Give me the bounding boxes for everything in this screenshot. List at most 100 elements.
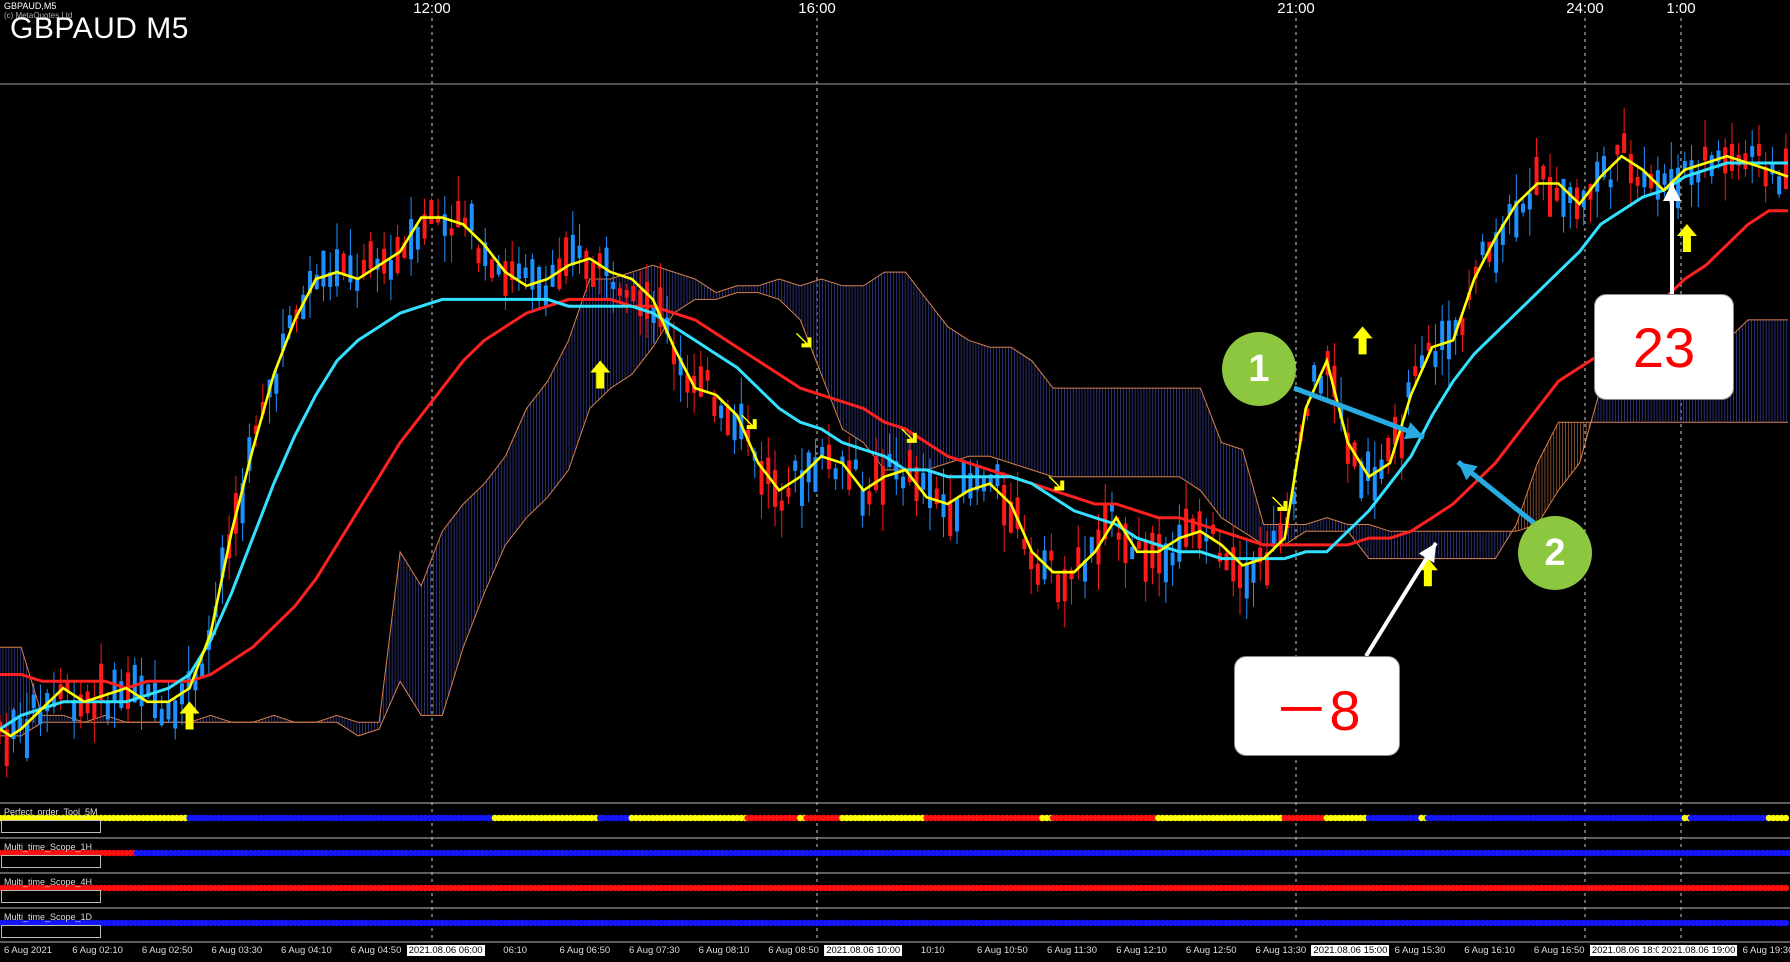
time-axis-label: 6 Aug 02:10 bbox=[72, 945, 123, 956]
ma-mid-line bbox=[0, 161, 1788, 731]
indicator-label-scope-1h: Multi_time_Scope_1H bbox=[4, 842, 93, 852]
ma-slow-line bbox=[0, 209, 1788, 690]
candle-body bbox=[159, 708, 164, 726]
candle-body bbox=[166, 702, 171, 720]
candle-body bbox=[826, 444, 831, 470]
candle-body bbox=[1635, 176, 1640, 186]
indicator-panel-handle[interactable] bbox=[1, 890, 101, 903]
candle-body bbox=[901, 476, 906, 489]
step-badge-2: 2 bbox=[1518, 516, 1592, 590]
candle-body bbox=[503, 261, 508, 296]
candle-body bbox=[429, 200, 434, 224]
candle-body bbox=[1197, 511, 1202, 549]
candle-body bbox=[1035, 563, 1040, 585]
candle-body bbox=[1480, 241, 1485, 256]
indicator-panel-handle[interactable] bbox=[1, 925, 101, 938]
candle-body bbox=[786, 488, 791, 497]
time-axis-label: 2021.08.06 18:00 bbox=[1589, 945, 1668, 956]
candle-body bbox=[941, 494, 946, 518]
candle-body bbox=[928, 469, 933, 508]
candle-body bbox=[961, 462, 966, 495]
candle-body bbox=[1056, 574, 1061, 603]
candle-body bbox=[1157, 534, 1162, 574]
candle-body bbox=[732, 413, 737, 441]
symbol-title: GBPAUD M5 bbox=[10, 12, 189, 45]
time-axis-label: 6 Aug 04:50 bbox=[350, 945, 402, 956]
candle-body bbox=[1521, 203, 1526, 213]
candle-body bbox=[719, 405, 724, 419]
candle-body bbox=[1224, 553, 1229, 571]
time-label-top: 1:00 bbox=[1666, 0, 1696, 17]
candle-body bbox=[1750, 146, 1755, 157]
candle-body bbox=[1312, 365, 1317, 382]
candle-body bbox=[105, 701, 110, 720]
sell-signal-arrow-icon bbox=[795, 333, 812, 348]
time-axis-label: 06:10 bbox=[503, 945, 528, 956]
time-axis-label: 6 Aug 03:30 bbox=[211, 945, 263, 956]
candle-body bbox=[1231, 546, 1236, 582]
candle-body bbox=[388, 260, 393, 280]
price-chart[interactable] bbox=[0, 0, 1790, 962]
time-label-top: 24:00 bbox=[1566, 0, 1604, 17]
candle-body bbox=[1534, 156, 1539, 195]
chart-window[interactable]: GBPAUD,M5 (c) MetaQuotes Ltd GBPAUD M5 1… bbox=[0, 0, 1790, 962]
candle-body bbox=[570, 234, 575, 266]
candle-body bbox=[1527, 193, 1532, 210]
candle-body bbox=[72, 700, 77, 722]
cloud-span-a bbox=[0, 264, 1788, 723]
time-axis-label: 6 Aug 2021 bbox=[3, 945, 53, 956]
time-axis-label: 2021.08.06 15:00 bbox=[1311, 945, 1390, 956]
candle-body bbox=[1723, 147, 1728, 174]
candle-body bbox=[644, 281, 649, 319]
candle-body bbox=[1177, 524, 1182, 562]
candle-body bbox=[173, 700, 178, 729]
candle-body bbox=[779, 500, 784, 511]
time-axis-label: 6 Aug 15:30 bbox=[1394, 945, 1446, 956]
time-axis-label: 6 Aug 13:30 bbox=[1255, 945, 1307, 956]
time-axis-label: 6 Aug 06:50 bbox=[559, 945, 611, 956]
buy-signal-arrow-icon bbox=[1352, 326, 1373, 355]
candle-body bbox=[1628, 154, 1633, 184]
candle-body bbox=[948, 500, 953, 536]
candle-body bbox=[139, 675, 144, 707]
indicator-dot bbox=[1782, 884, 1790, 892]
time-axis-label: 6 Aug 16:10 bbox=[1464, 945, 1515, 956]
candle-body bbox=[1554, 188, 1559, 201]
candle-body bbox=[1433, 351, 1438, 368]
candle-body bbox=[1143, 541, 1148, 582]
candle-body bbox=[860, 489, 865, 516]
time-axis-label: 6 Aug 08:10 bbox=[698, 945, 750, 956]
candle-body bbox=[618, 288, 623, 296]
time-label-top: 16:00 bbox=[798, 0, 836, 17]
time-axis-label: 6 Aug 16:50 bbox=[1533, 945, 1585, 956]
ma-fast-line bbox=[0, 154, 1789, 738]
candle-body bbox=[1130, 547, 1135, 560]
candle-body bbox=[1709, 155, 1714, 177]
buy-signal-arrow-icon bbox=[1676, 224, 1697, 253]
candle-body bbox=[1049, 550, 1054, 561]
step-badge-1: 1 bbox=[1222, 332, 1296, 406]
time-axis-label: 6 Aug 10:50 bbox=[977, 945, 1028, 956]
candle-body bbox=[31, 694, 36, 708]
indicator-panel-handle[interactable] bbox=[1, 855, 101, 868]
time-axis-label: 6 Aug 19:30 bbox=[1742, 945, 1790, 956]
candle-body bbox=[584, 250, 589, 280]
candle-body bbox=[833, 468, 838, 480]
indicator-label-scope-4h: Multi_time_Scope_4H bbox=[4, 877, 93, 887]
candle-body bbox=[368, 241, 373, 269]
candle-body bbox=[698, 366, 703, 397]
indicator-label-perfect-order: Perfect_order_Tool_5M bbox=[4, 807, 98, 817]
loss-result-box: －8 bbox=[1234, 656, 1400, 756]
time-axis-label: 6 Aug 11:30 bbox=[1046, 945, 1098, 956]
candle-body bbox=[1116, 532, 1121, 540]
time-axis-label: 2021.08.06 19:00 bbox=[1659, 945, 1738, 956]
indicator-dot bbox=[1782, 919, 1790, 927]
time-axis-label: 6 Aug 07:30 bbox=[629, 945, 680, 956]
indicator-dot bbox=[1782, 814, 1790, 822]
candle-body bbox=[1783, 148, 1788, 189]
buy-signal-arrow-icon bbox=[179, 701, 200, 730]
candle-body bbox=[1244, 562, 1249, 599]
candle-body bbox=[516, 263, 521, 280]
indicator-panel-handle[interactable] bbox=[1, 820, 101, 833]
candle-body bbox=[591, 262, 596, 287]
